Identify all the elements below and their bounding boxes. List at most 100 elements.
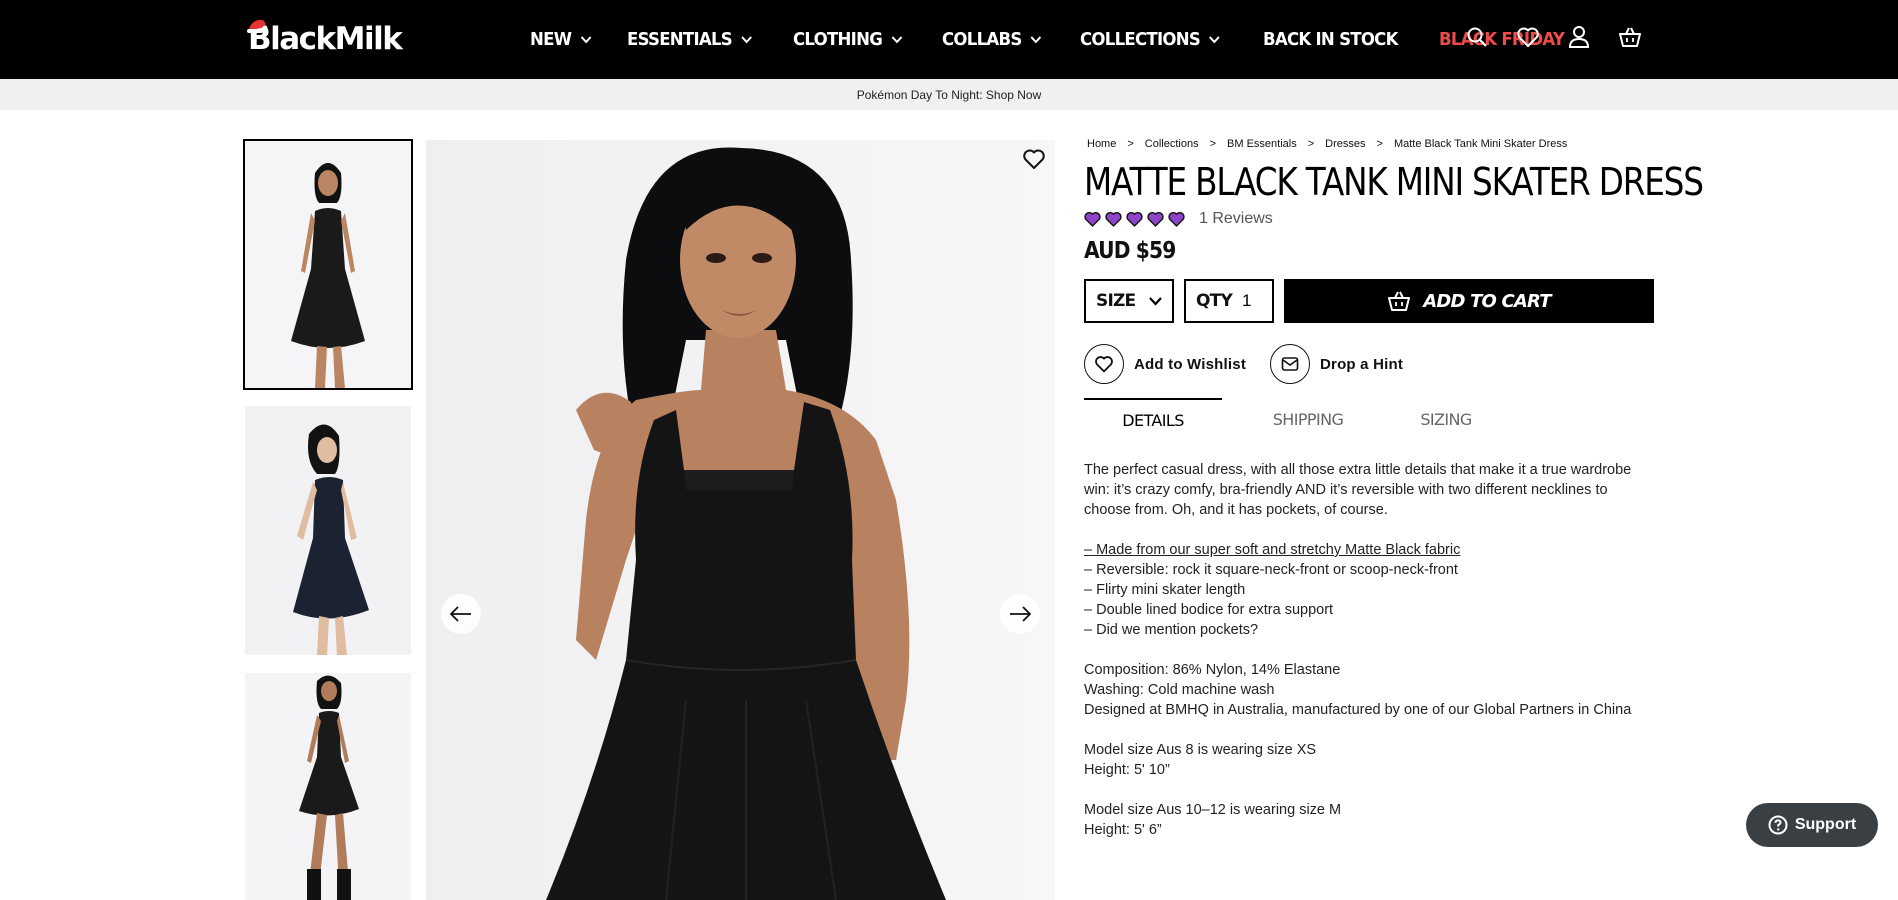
main-nav: NEW ESSENTIALS CLOTHING COLLABS COLLECTI…: [530, 0, 1605, 79]
cart-icon[interactable]: [1617, 24, 1643, 50]
rating-stars[interactable]: 1 Reviews: [1084, 210, 1273, 228]
rating-heart-icon: [1168, 211, 1185, 227]
reviews-count[interactable]: 1 Reviews: [1199, 210, 1273, 228]
feature-item: – Double lined bodice for extra support: [1084, 602, 1334, 618]
chevron-down-icon: [580, 35, 592, 43]
promo-text: Pokémon Day To Night: Shop Now: [856, 87, 1042, 102]
tab-label: SIZING: [1420, 409, 1472, 429]
nav-item-collabs[interactable]: COLLABS: [942, 29, 1042, 50]
breadcrumb-current: Matte Black Tank Mini Skater Dress: [1393, 138, 1568, 150]
size-select[interactable]: SIZE: [1084, 279, 1174, 323]
hint-label: Drop a Hint: [1320, 355, 1404, 373]
nav-item-back-in-stock[interactable]: BACK IN STOCK: [1263, 29, 1398, 50]
tab-sizing[interactable]: SIZING: [1377, 398, 1515, 440]
nav-item-clothing[interactable]: CLOTHING: [792, 29, 903, 50]
model-size-text: Model size Aus 10–12 is wearing size M: [1084, 802, 1342, 818]
tab-details[interactable]: DETAILS: [1084, 398, 1222, 440]
model-height-text: Height: 5' 6”: [1084, 822, 1162, 838]
feature-item: – Did we mention pockets?: [1084, 622, 1259, 638]
support-label: Support: [1794, 816, 1857, 833]
nav-item-essentials[interactable]: ESSENTIALS: [627, 29, 752, 50]
next-image-button[interactable]: [1000, 594, 1040, 634]
thumbnail-full[interactable]: [245, 673, 411, 900]
details-composition: Composition: 86% Nylon, 14% Elastane Was…: [1084, 660, 1654, 720]
chevron-down-icon: [741, 35, 752, 43]
product-details: The perfect casual dress, with all those…: [1084, 460, 1654, 860]
tab-label: DETAILS: [1122, 410, 1184, 430]
breadcrumb-dresses[interactable]: Dresses: [1325, 138, 1365, 150]
brand-logo[interactable]: BlackMilk: [247, 19, 403, 59]
breadcrumb-home[interactable]: Home: [1087, 138, 1116, 150]
nav-item-label: COLLECTIONS: [1080, 29, 1201, 50]
chevron-down-icon: [891, 35, 903, 43]
cart-icon: [1388, 291, 1411, 311]
support-button[interactable]: Support: [1746, 803, 1878, 847]
breadcrumb-separator: >: [1376, 138, 1383, 150]
product-thumbnail-image: [245, 406, 411, 655]
breadcrumb-separator: >: [1307, 138, 1315, 150]
envelope-icon: [1270, 344, 1310, 384]
qty-input[interactable]: [1241, 291, 1268, 311]
details-model-2: Model size Aus 10–12 is wearing size M H…: [1084, 800, 1654, 840]
qty-label: QTY: [1196, 291, 1233, 311]
add-to-cart-button[interactable]: ADD TO CART: [1284, 279, 1654, 323]
drop-a-hint-button[interactable]: Drop a Hint: [1270, 344, 1403, 384]
rating-heart-icon: [1147, 211, 1164, 227]
arrow-left-icon: [450, 606, 471, 622]
breadcrumb-separator: >: [1127, 138, 1134, 150]
thumbnail-side[interactable]: [245, 406, 411, 655]
tab-shipping[interactable]: SHIPPING: [1239, 398, 1377, 440]
heart-icon: [1084, 344, 1124, 384]
nav-item-label: BACK IN STOCK: [1262, 29, 1398, 50]
rating-heart-icon: [1105, 211, 1122, 227]
prev-image-button[interactable]: [441, 594, 481, 634]
details-intro: The perfect casual dress, with all those…: [1084, 462, 1632, 518]
details-features: – Made from our super soft and stretchy …: [1084, 540, 1654, 640]
composition-text: Composition: 86% Nylon, 14% Elastane: [1084, 662, 1341, 678]
designed-text: Designed at BMHQ in Australia, manufactu…: [1084, 702, 1632, 718]
image-wishlist-heart-icon[interactable]: [1022, 148, 1046, 172]
details-model-1: Model size Aus 8 is wearing size XS Heig…: [1084, 740, 1654, 780]
rating-heart-icon: [1126, 211, 1143, 227]
breadcrumb-bm-essentials[interactable]: BM Essentials: [1227, 138, 1297, 150]
model-size-text: Model size Aus 8 is wearing size XS: [1084, 742, 1317, 758]
size-label: SIZE: [1096, 291, 1136, 311]
thumbnail-front[interactable]: [243, 139, 413, 390]
help-icon: [1768, 815, 1788, 835]
nav-item-label: CLOTHING: [792, 29, 883, 50]
product-tabs: DETAILS SHIPPING SIZING: [1084, 398, 1654, 440]
santa-hat-icon: [247, 19, 268, 33]
product-thumbnail-image: [245, 141, 411, 388]
logo-text: BlackMilk: [248, 21, 403, 57]
chevron-down-icon: [1030, 35, 1042, 43]
site-header: BlackMilk NEW ESSENTIALS CLOTHING COLLAB…: [0, 0, 1898, 79]
promo-banner[interactable]: Pokémon Day To Night: Shop Now: [0, 79, 1898, 110]
product-photo: [426, 140, 1055, 900]
quantity-field: QTY: [1184, 279, 1274, 323]
model-height-text: Height: 5' 10”: [1084, 762, 1170, 778]
chevron-down-icon: [1209, 35, 1221, 43]
product-price: AUD $59: [1084, 238, 1176, 264]
fabric-link[interactable]: – Made from our super soft and stretchy …: [1084, 540, 1654, 560]
nav-item-collections[interactable]: COLLECTIONS: [1080, 29, 1221, 50]
add-to-cart-label: ADD TO CART: [1423, 290, 1551, 312]
nav-item-new[interactable]: NEW: [530, 29, 592, 50]
product-title: MATTE BLACK TANK MINI SKATER DRESS: [1084, 160, 1704, 204]
add-to-wishlist-button[interactable]: Add to Wishlist: [1084, 344, 1246, 384]
account-icon[interactable]: [1566, 24, 1592, 50]
nav-item-label: NEW: [530, 29, 572, 50]
breadcrumb-collections[interactable]: Collections: [1145, 138, 1199, 150]
nav-item-label: COLLABS: [941, 29, 1022, 50]
rating-heart-icon: [1084, 211, 1101, 227]
chevron-down-icon: [1149, 296, 1162, 306]
washing-text: Washing: Cold machine wash: [1084, 682, 1275, 698]
breadcrumb: Home > Collections > BM Essentials > Dre…: [1087, 138, 1567, 150]
product-thumbnail-image: [245, 673, 411, 900]
tab-label: SHIPPING: [1272, 409, 1344, 429]
heart-icon[interactable]: [1515, 24, 1541, 50]
wishlist-label: Add to Wishlist: [1134, 355, 1247, 373]
feature-item: – Flirty mini skater length: [1084, 582, 1246, 598]
feature-item: – Reversible: rock it square-neck-front …: [1084, 562, 1458, 578]
arrow-right-icon: [1010, 606, 1031, 622]
search-icon[interactable]: [1464, 24, 1490, 50]
